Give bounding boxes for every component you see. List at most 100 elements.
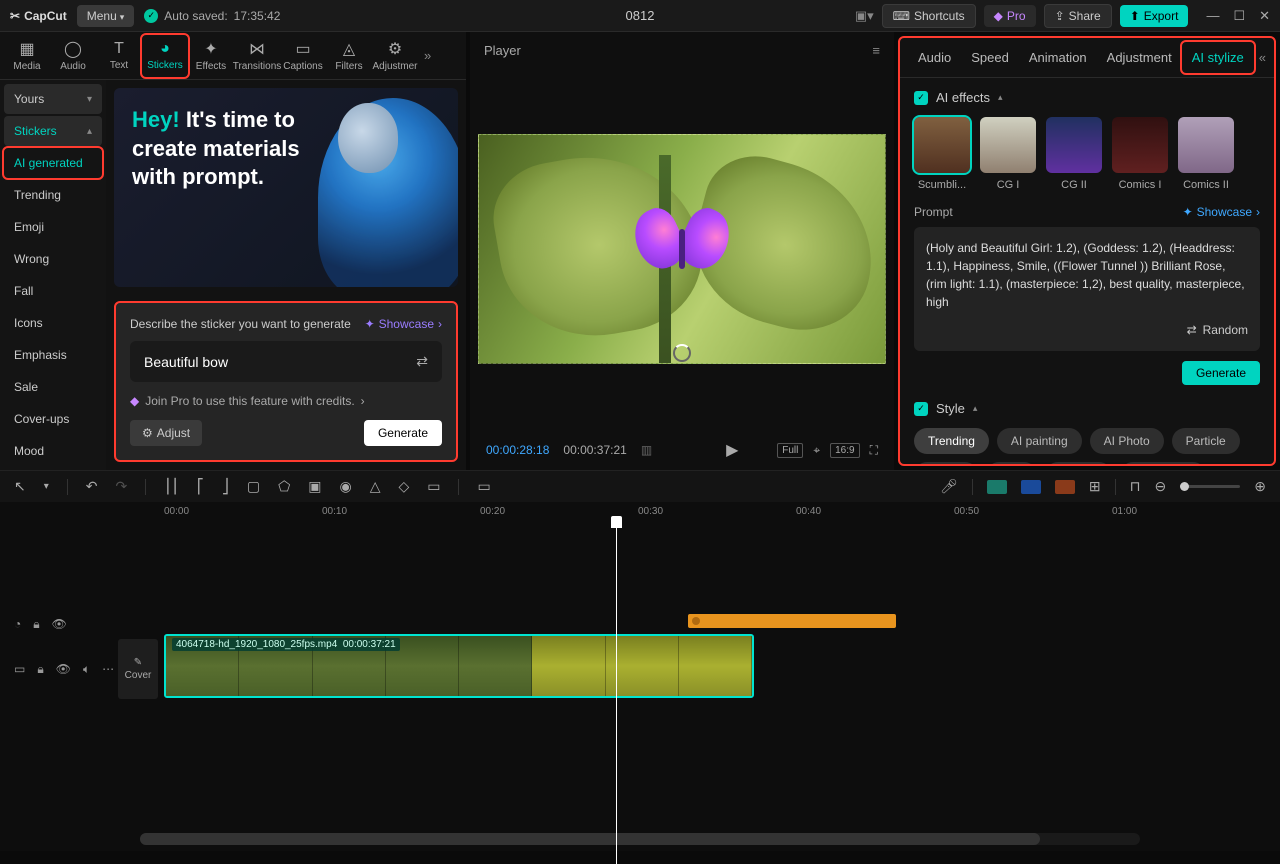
collapse-icon[interactable]: «	[1259, 50, 1266, 65]
tab-transitions[interactable]: ⋈Transitions	[234, 35, 280, 77]
more-tabs-button[interactable]: »	[418, 48, 437, 63]
undo-icon[interactable]: ↶	[86, 478, 98, 495]
fullscreen-icon[interactable]: ⛶	[870, 443, 878, 458]
export-button[interactable]: ⬆Export	[1120, 5, 1189, 27]
horizontal-scrollbar[interactable]	[140, 833, 1140, 845]
tab-effects[interactable]: ✦Effects	[188, 35, 234, 77]
cat-emoji[interactable]: Emoji	[4, 212, 102, 242]
audio-clip[interactable]	[688, 614, 896, 628]
pointer-tool-icon[interactable]: ↖	[14, 478, 26, 495]
rtab-ai-stylize[interactable]: AI stylize	[1182, 42, 1254, 73]
tab-audio[interactable]: ◯Audio	[50, 35, 96, 77]
zoom-slider[interactable]	[1180, 485, 1240, 488]
cat-trending[interactable]: Trending	[4, 180, 102, 210]
cat-love[interactable]: LOVE	[4, 468, 102, 470]
play-button[interactable]: ▶	[726, 440, 738, 460]
minimize-button[interactable]: —	[1206, 8, 1219, 24]
dropdown-icon[interactable]: ▾	[44, 481, 49, 492]
playhead[interactable]	[616, 524, 617, 864]
style-header[interactable]: ✓ Style ▴	[914, 401, 1260, 416]
frame-icon[interactable]: ▭	[427, 478, 440, 495]
cover-button[interactable]: ✎ Cover	[118, 639, 158, 699]
tab-adjustment[interactable]: ⚙Adjustmer	[372, 35, 418, 77]
clock-icon[interactable]: ◔	[14, 617, 21, 632]
scrollbar-thumb[interactable]	[140, 833, 1040, 845]
layout-icon[interactable]: ▣▾	[855, 8, 874, 24]
effect-scumbling[interactable]: Scumbli...	[914, 117, 970, 191]
cat-stickers[interactable]: Stickers▴	[4, 116, 102, 146]
cat-icons[interactable]: Icons	[4, 308, 102, 338]
mic-icon[interactable]: 🎤︎	[940, 478, 958, 495]
split-icon[interactable]: ⎮⎮	[164, 478, 179, 495]
track-color-2[interactable]	[1021, 480, 1041, 494]
rtab-adjustment[interactable]: Adjustment	[1097, 42, 1182, 73]
effect-comics2[interactable]: Comics II	[1178, 117, 1234, 191]
cat-yours[interactable]: Yours▾	[4, 84, 102, 114]
video-track-icon[interactable]: ▭	[14, 662, 25, 677]
style-ai-photo[interactable]: AI Photo	[1090, 428, 1164, 454]
pro-button[interactable]: ◆Pro	[984, 5, 1036, 27]
rotate-icon[interactable]: ◇	[398, 478, 409, 495]
maximize-button[interactable]: ☐	[1233, 8, 1245, 24]
style-trending[interactable]: Trending	[914, 428, 989, 454]
track-color-3[interactable]	[1055, 480, 1075, 494]
sticker-prompt-input[interactable]	[144, 354, 371, 370]
effect-comics1[interactable]: Comics I	[1112, 117, 1168, 191]
showcase-link[interactable]: ✦ Showcase ›	[365, 317, 442, 331]
compare-icon[interactable]: ▥	[641, 443, 652, 457]
lock-icon[interactable]: 🔒︎	[33, 617, 39, 632]
butterfly-sticker[interactable]	[632, 209, 732, 289]
style-particle[interactable]: Particle	[1172, 428, 1240, 454]
track-color-1[interactable]	[987, 480, 1007, 494]
cat-ai-generated[interactable]: AI generated	[4, 148, 102, 178]
rtab-animation[interactable]: Animation	[1019, 42, 1097, 73]
duplicate-icon[interactable]: ▣	[308, 478, 321, 495]
tab-media[interactable]: ▦Media	[4, 35, 50, 77]
close-button[interactable]: ✕	[1259, 8, 1270, 24]
adjust-button[interactable]: ⚙Adjust	[130, 420, 202, 446]
mask-icon[interactable]: ⬠	[278, 478, 290, 495]
eye-icon[interactable]: 👁︎	[52, 617, 67, 632]
eye-icon[interactable]: 👁︎	[56, 662, 71, 677]
zoom-in-icon[interactable]: ⊕	[1254, 478, 1266, 495]
cat-mood[interactable]: Mood	[4, 436, 102, 466]
style-portrait[interactable]: Portrait	[1045, 462, 1112, 464]
cat-sale[interactable]: Sale	[4, 372, 102, 402]
video-clip[interactable]: 4064718-hd_1920_1080_25fps.mp4 00:00:37:…	[164, 634, 754, 698]
shuffle-icon[interactable]: ⇄	[416, 353, 428, 370]
mirror-icon[interactable]: △	[370, 478, 381, 495]
focus-icon[interactable]: ⌖	[813, 443, 820, 458]
rtab-speed[interactable]: Speed	[961, 42, 1019, 73]
checkbox-icon[interactable]: ✓	[914, 402, 928, 416]
aspect-ratio-button[interactable]: 16:9	[830, 443, 859, 458]
random-button[interactable]: ⇄Random	[926, 321, 1248, 339]
full-button[interactable]: Full	[777, 443, 803, 458]
player-viewport[interactable]	[470, 68, 894, 430]
menu-button[interactable]: Menu▾	[77, 5, 135, 27]
align-icon[interactable]: ⊞	[1089, 478, 1101, 495]
style-ai-painting[interactable]: AI painting	[997, 428, 1082, 454]
cat-fall[interactable]: Fall	[4, 276, 102, 306]
record-icon[interactable]: ◉	[339, 478, 351, 495]
style-motion[interactable]: Motion	[914, 462, 978, 464]
trim-left-icon[interactable]: ⎡	[197, 478, 204, 495]
style-split[interactable]: Split	[986, 462, 1037, 464]
generate-sticker-button[interactable]: Generate	[364, 420, 442, 446]
cat-coverups[interactable]: Cover-ups	[4, 404, 102, 434]
ai-prompt-textarea[interactable]: (Holy and Beautiful Girl: 1.2), (Goddess…	[914, 227, 1260, 351]
checkbox-icon[interactable]: ✓	[914, 91, 928, 105]
cat-wrong[interactable]: Wrong	[4, 244, 102, 274]
redo-icon[interactable]: ↷	[116, 478, 128, 495]
more-icon[interactable]: ⋯	[102, 662, 114, 677]
cat-emphasis[interactable]: Emphasis	[4, 340, 102, 370]
share-button[interactable]: ⇪Share	[1044, 4, 1112, 28]
ai-effects-header[interactable]: ✓ AI effects ▴	[914, 90, 1260, 105]
lock-icon[interactable]: 🔒︎	[37, 662, 43, 677]
style-face-swap[interactable]: Face swap	[1120, 462, 1206, 464]
effect-cg2[interactable]: CG II	[1046, 117, 1102, 191]
shortcuts-button[interactable]: ⌨Shortcuts	[882, 4, 976, 28]
effect-cg1[interactable]: CG I	[980, 117, 1036, 191]
tab-text[interactable]: TText	[96, 35, 142, 77]
pro-hint[interactable]: ◆ Join Pro to use this feature with cred…	[130, 394, 442, 408]
player-menu-icon[interactable]: ≡	[872, 43, 880, 58]
